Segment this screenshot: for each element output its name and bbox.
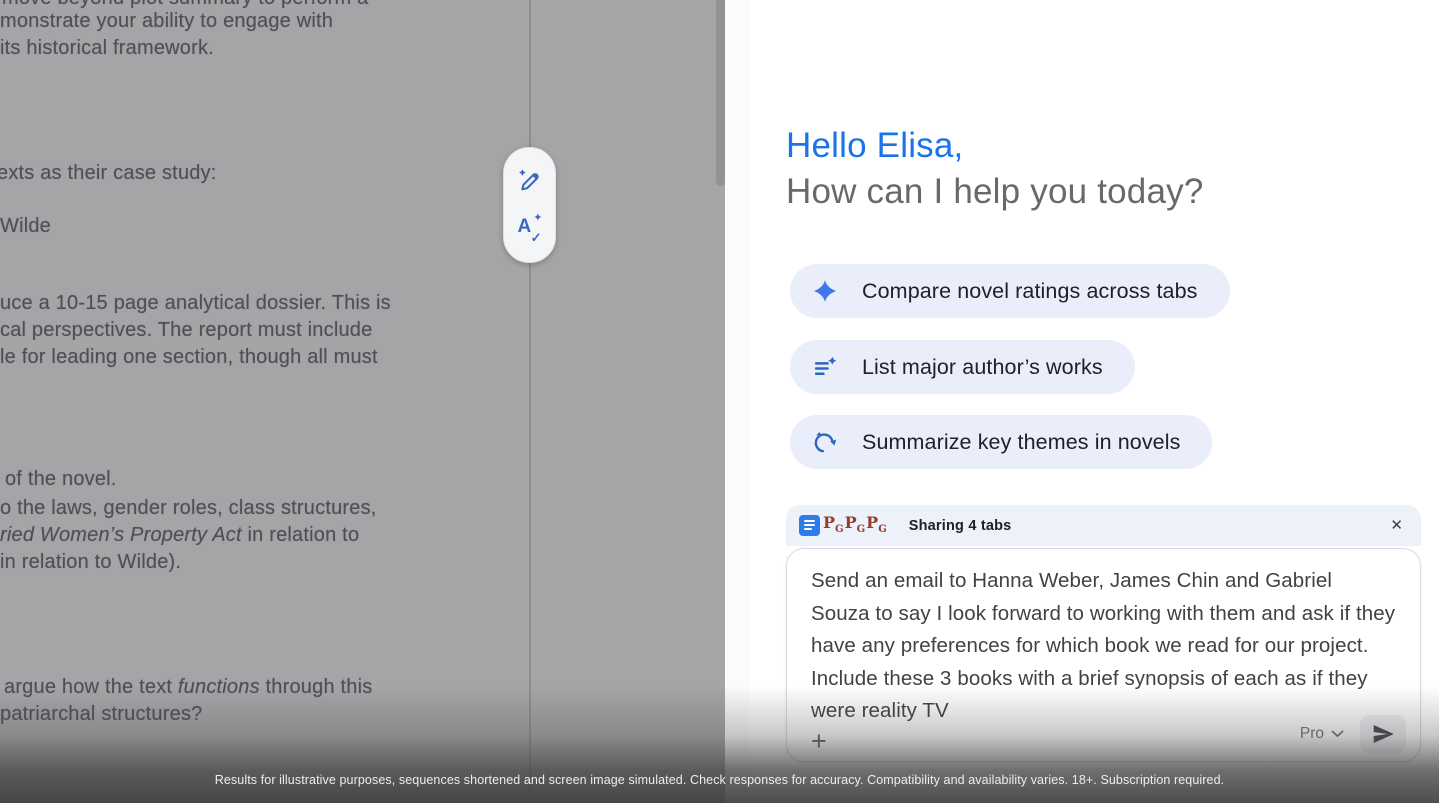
suggestion-chip-compare-ratings[interactable]: Compare novel ratings across tabs <box>790 264 1230 318</box>
chip-label: Summarize key themes in novels <box>862 430 1180 455</box>
document-text-line: Wilde <box>0 215 51 238</box>
italic-text: functions <box>178 676 260 698</box>
send-button[interactable] <box>1360 715 1406 753</box>
regular-text: through this <box>260 676 373 698</box>
regular-text: argue how the text <box>4 676 178 698</box>
loop-sparkle-icon <box>812 429 838 455</box>
prompt-composer: Send an email to Hanna Weber, James Chin… <box>786 548 1421 762</box>
assistant-panel: Hello Elisa, How can I help you today? C… <box>725 0 1439 803</box>
panel-left-edge <box>725 0 749 803</box>
sparkle-glyph: ✦ <box>533 213 542 224</box>
close-icon[interactable]: ✕ <box>1390 518 1403 533</box>
letter-a-glyph: A <box>518 217 532 236</box>
document-text-line: argue how the text functions through thi… <box>4 676 372 699</box>
send-icon <box>1370 721 1396 747</box>
suggestion-chip-summarize-themes[interactable]: Summarize key themes in novels <box>790 415 1212 469</box>
model-label: Pro <box>1300 725 1324 743</box>
sharing-tabs-bar: PG PG PG Sharing 4 tabs ✕ <box>786 505 1421 546</box>
document-text-line: ried Women’s Property Act in relation to <box>0 524 359 547</box>
google-docs-favicon <box>799 515 820 536</box>
proofread-button[interactable]: A ✦ ✓ <box>515 214 545 244</box>
sparkle-icon <box>812 278 838 304</box>
document-text-line: uce a 10-15 page analytical dossier. Thi… <box>0 292 391 315</box>
scrollbar-thumb[interactable] <box>716 0 725 186</box>
document-text-line: le for leading one section, though all m… <box>0 346 378 369</box>
regular-text: in relation to <box>242 524 360 546</box>
document-text-line: move beyond plot summary to perform a <box>2 0 368 10</box>
document-text-line: monstrate your ability to engage with <box>0 10 333 33</box>
gutenberg-favicon: PG <box>845 515 866 535</box>
document-text-line: o the laws, gender roles, class structur… <box>0 497 377 520</box>
proofread-icon: A ✦ ✓ <box>517 216 543 242</box>
chevron-down-icon <box>1331 730 1344 738</box>
gutenberg-favicon: PG <box>866 515 887 535</box>
model-picker-dropdown[interactable]: Pro <box>1300 725 1344 743</box>
document-text-line: of the novel. <box>5 468 117 491</box>
italic-text: ried Women’s Property Act <box>0 524 242 546</box>
sharing-tabs-label: Sharing 4 tabs <box>909 518 1012 534</box>
document-text-line: exts as their case study: <box>0 162 217 185</box>
chip-label: List major author’s works <box>862 355 1103 380</box>
pencil-sparkle-icon <box>517 168 543 194</box>
tab-favicons: PG PG PG <box>823 515 887 535</box>
document-text-line: patriarchal structures? <box>0 703 202 726</box>
add-attachment-button[interactable]: + <box>811 728 827 755</box>
dimmed-document-background: move beyond plot summary to perform a mo… <box>0 0 729 803</box>
legal-disclaimer: Results for illustrative purposes, seque… <box>0 773 1439 787</box>
greeting-name: Hello Elisa, <box>786 126 963 166</box>
floating-edit-toolbar: A ✦ ✓ <box>503 147 556 263</box>
chip-label: Compare novel ratings across tabs <box>862 279 1198 304</box>
suggestion-chip-list-works[interactable]: List major author’s works <box>790 340 1135 394</box>
greeting-question: How can I help you today? <box>786 172 1203 212</box>
gutenberg-favicon: PG <box>823 515 844 535</box>
prompt-input[interactable]: Send an email to Hanna Weber, James Chin… <box>811 565 1396 728</box>
help-me-write-button[interactable] <box>515 166 545 196</box>
list-sparkle-icon <box>812 354 838 380</box>
document-text-line: in relation to Wilde). <box>0 551 181 574</box>
document-text-line: cal perspectives. The report must includ… <box>0 319 372 342</box>
document-page-edge <box>529 0 531 803</box>
document-text-line: its historical framework. <box>0 37 214 60</box>
check-glyph: ✓ <box>531 231 542 244</box>
